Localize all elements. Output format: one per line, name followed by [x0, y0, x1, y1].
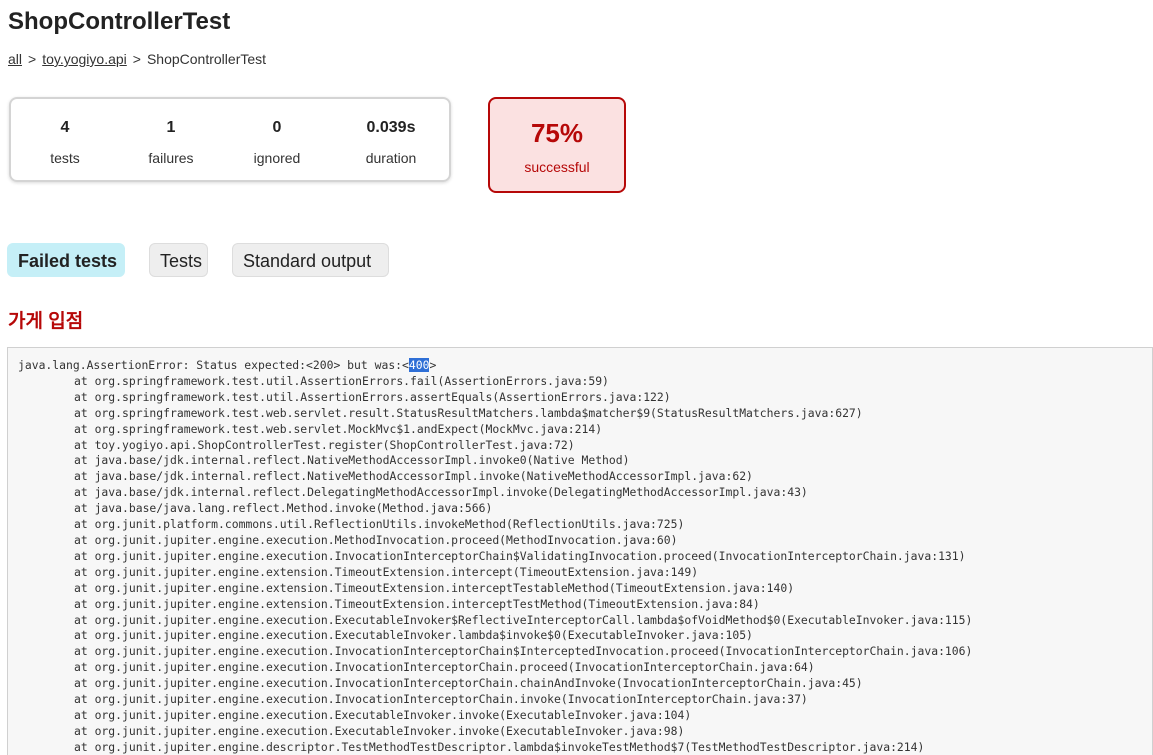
success-rate-label: successful: [524, 159, 590, 175]
test-report-page: ShopControllerTest all > toy.yogiyo.api > Sh…: [0, 0, 1153, 755]
breadcrumb-link-package[interactable]: toy.yogiyo.api: [42, 51, 127, 67]
stack-frame: at org.springframework.test.web.servlet.…: [74, 421, 603, 436]
tests-count: 4: [60, 119, 70, 136]
counter-failures: 1 failures: [121, 99, 221, 166]
tab-standard-output[interactable]: Standard output: [232, 243, 389, 277]
breadcrumb-separator: >: [28, 51, 37, 67]
stack-trace[interactable]: java.lang.AssertionError: Status expecte…: [8, 348, 1152, 755]
failed-test-name: 가게 입점: [8, 311, 84, 332]
stack-frame: at org.junit.jupiter.engine.extension.Ti…: [74, 596, 760, 611]
tab-failed-tests[interactable]: Failed tests: [7, 243, 125, 277]
breadcrumb-link-all[interactable]: all: [8, 51, 22, 67]
stack-frame: at org.junit.platform.commons.util.Refle…: [74, 517, 685, 532]
stack-frame: at toy.yogiyo.api.ShopControllerTest.reg…: [74, 437, 575, 452]
error-message-end: >: [429, 358, 437, 372]
stack-frame: at org.junit.jupiter.engine.execution.In…: [74, 548, 966, 563]
stack-frame: at org.junit.jupiter.engine.execution.Ex…: [74, 723, 685, 738]
stack-frame: at org.junit.jupiter.engine.extension.Ti…: [74, 580, 795, 595]
breadcrumb-separator: >: [132, 51, 141, 67]
stack-frame: at org.junit.jupiter.engine.execution.Me…: [74, 532, 678, 547]
tab-tests[interactable]: Tests: [149, 243, 208, 277]
stack-frame: at java.base/jdk.internal.reflect.Delega…: [74, 485, 808, 500]
stack-frame: at java.base/jdk.internal.reflect.Native…: [74, 453, 630, 468]
page-title: ShopControllerTest: [8, 8, 231, 35]
stack-frame: at org.junit.jupiter.engine.execution.In…: [74, 692, 808, 707]
duration-value: 0.039s: [366, 119, 416, 136]
success-rate-box: 75% successful: [488, 97, 626, 193]
failures-label: failures: [148, 150, 194, 166]
stack-frame: at org.junit.jupiter.engine.execution.Ex…: [74, 707, 692, 722]
stack-trace-panel[interactable]: java.lang.AssertionError: Status expecte…: [7, 347, 1153, 755]
stack-frames: at org.springframework.test.util.Asserti…: [18, 374, 1152, 755]
summary-counters: 4 tests 1 failures 0 ignored 0.039s dura…: [9, 97, 451, 182]
counter-ignored: 0 ignored: [227, 99, 327, 166]
tests-label: tests: [50, 150, 80, 166]
stack-frame: at org.springframework.test.util.Asserti…: [74, 373, 609, 388]
counter-tests: 4 tests: [15, 99, 115, 166]
ignored-count: 0: [272, 119, 282, 136]
breadcrumb-current: ShopControllerTest: [146, 51, 267, 67]
stack-frame: at java.base/java.lang.reflect.Method.in…: [74, 501, 493, 516]
success-rate-value: 75%: [530, 118, 584, 148]
stack-frame: at org.junit.jupiter.engine.execution.Ex…: [74, 628, 753, 643]
stack-frame: at org.junit.jupiter.engine.extension.Ti…: [74, 564, 699, 579]
stack-frame: at org.junit.jupiter.engine.descriptor.T…: [74, 739, 925, 754]
selected-text[interactable]: 400: [408, 358, 430, 372]
stack-frame: at java.base/jdk.internal.reflect.Native…: [74, 469, 753, 484]
stack-frame: at org.springframework.test.util.Asserti…: [74, 389, 671, 404]
stack-frame: at org.springframework.test.web.servlet.…: [74, 405, 863, 420]
ignored-label: ignored: [253, 150, 301, 166]
duration-label: duration: [365, 150, 417, 166]
breadcrumb: all > toy.yogiyo.api > ShopControllerTest: [8, 51, 266, 67]
stack-trace-error-line: java.lang.AssertionError: Status expecte…: [18, 358, 1152, 374]
stack-frame: at org.junit.jupiter.engine.execution.Ex…: [74, 612, 973, 627]
stack-frame: at org.junit.jupiter.engine.execution.In…: [74, 660, 815, 675]
counter-duration: 0.039s duration: [341, 99, 441, 166]
stack-frame: at org.junit.jupiter.engine.execution.In…: [74, 676, 863, 691]
error-message: java.lang.AssertionError: Status expecte…: [18, 358, 409, 372]
stack-frame: at org.junit.jupiter.engine.execution.In…: [74, 644, 973, 659]
failures-count: 1: [166, 119, 176, 136]
